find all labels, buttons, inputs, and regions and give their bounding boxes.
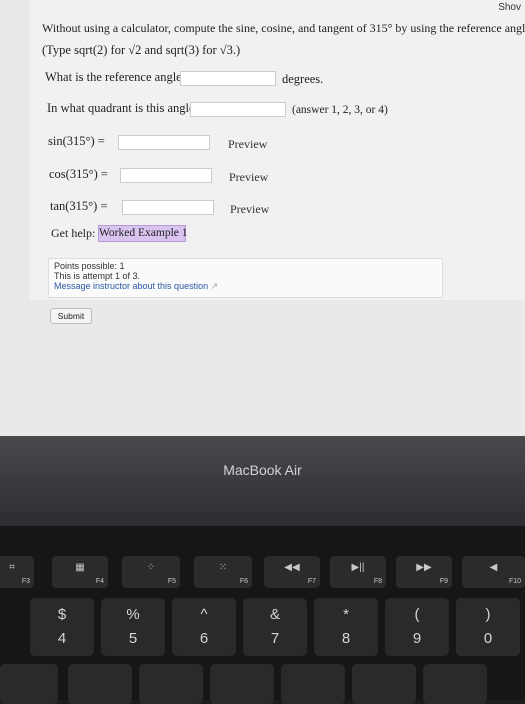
sqrt-hint: (Type sqrt(2) for √2 and sqrt(3) for √3.… <box>42 43 241 57</box>
sin-label: sin(315°) = <box>48 134 105 148</box>
key-t[interactable] <box>352 664 416 704</box>
fkey-f10[interactable]: ◀ F10 <box>462 556 525 588</box>
question-panel: Shov Without using a calculator, compute… <box>30 0 525 300</box>
key-0[interactable]: ) 0 <box>456 598 520 656</box>
tan-label: tan(315°) = <box>50 199 108 213</box>
external-link-icon: ↗ <box>210 281 219 291</box>
fkey-f6[interactable]: ⁙ F6 <box>194 556 252 588</box>
submit-button[interactable]: Submit <box>50 308 92 324</box>
worked-example-button[interactable]: Worked Example 1 <box>98 225 188 242</box>
key-tab[interactable] <box>0 664 58 704</box>
brand-label: MacBook Air <box>223 462 302 478</box>
fkey-f7[interactable]: ◀◀ F7 <box>264 556 320 588</box>
key-y[interactable] <box>423 664 487 704</box>
fkey-f3[interactable]: ⌗ F3 <box>0 556 34 588</box>
quadrant-label: In what quadrant is this angle? <box>47 101 201 115</box>
get-help-label: Get help: <box>51 226 96 240</box>
message-instructor-link[interactable]: Message instructor about this question ↗ <box>54 281 437 291</box>
key-w[interactable] <box>139 664 203 704</box>
tan-preview-button[interactable]: Preview <box>230 202 269 217</box>
mute-icon: ◀ <box>489 562 498 573</box>
reference-angle-label: What is the reference angle? <box>45 70 188 84</box>
attempt-count: This is attempt 1 of 3. <box>54 271 141 281</box>
cos-label: cos(315°) = <box>49 167 108 181</box>
key-5[interactable]: % 5 <box>101 598 165 656</box>
question-info-box: Points possible: 1 This is attempt 1 of … <box>48 258 443 298</box>
points-possible: Points possible: 1 <box>54 261 125 271</box>
cos-preview-button[interactable]: Preview <box>229 170 268 185</box>
key-9[interactable]: ( 9 <box>385 598 449 656</box>
fkey-f4[interactable]: ▦ F4 <box>52 556 108 588</box>
fast-forward-icon: ▶▶ <box>416 562 432 573</box>
key-e[interactable] <box>210 664 274 704</box>
key-q[interactable] <box>68 664 132 704</box>
degrees-unit: degrees. <box>282 72 324 86</box>
laptop-bezel <box>0 436 525 526</box>
question-prompt: Without using a calculator, compute the … <box>42 21 525 35</box>
quadrant-input[interactable] <box>190 102 286 117</box>
key-6[interactable]: ^ 6 <box>172 598 236 656</box>
launchpad-icon: ▦ <box>75 562 85 573</box>
sin-preview-button[interactable]: Preview <box>228 137 267 152</box>
play-pause-icon: ▶|| <box>351 562 365 573</box>
key-r[interactable] <box>281 664 345 704</box>
key-8[interactable]: * 8 <box>314 598 378 656</box>
browser-screen: Shov Without using a calculator, compute… <box>0 0 525 436</box>
key-7[interactable]: & 7 <box>243 598 307 656</box>
message-instructor-text: Message instructor about this question <box>54 281 209 291</box>
sin-input[interactable] <box>118 135 210 150</box>
keyboard-light-up-icon: ⁙ <box>218 562 228 573</box>
tan-input[interactable] <box>122 200 214 215</box>
fkey-f9[interactable]: ▶▶ F9 <box>396 556 452 588</box>
show-link[interactable]: Shov <box>498 2 521 13</box>
rewind-icon: ◀◀ <box>284 562 300 573</box>
key-4[interactable]: $ 4 <box>30 598 94 656</box>
fkey-f8[interactable]: ▶|| F8 <box>330 556 386 588</box>
reference-angle-input[interactable] <box>180 71 276 86</box>
quadrant-hint: (answer 1, 2, 3, or 4) <box>292 104 388 116</box>
fkey-f5[interactable]: ⁘ F5 <box>122 556 180 588</box>
keyboard-light-down-icon: ⁘ <box>146 562 156 573</box>
cos-input[interactable] <box>120 168 212 183</box>
mission-control-icon: ⌗ <box>9 562 15 573</box>
